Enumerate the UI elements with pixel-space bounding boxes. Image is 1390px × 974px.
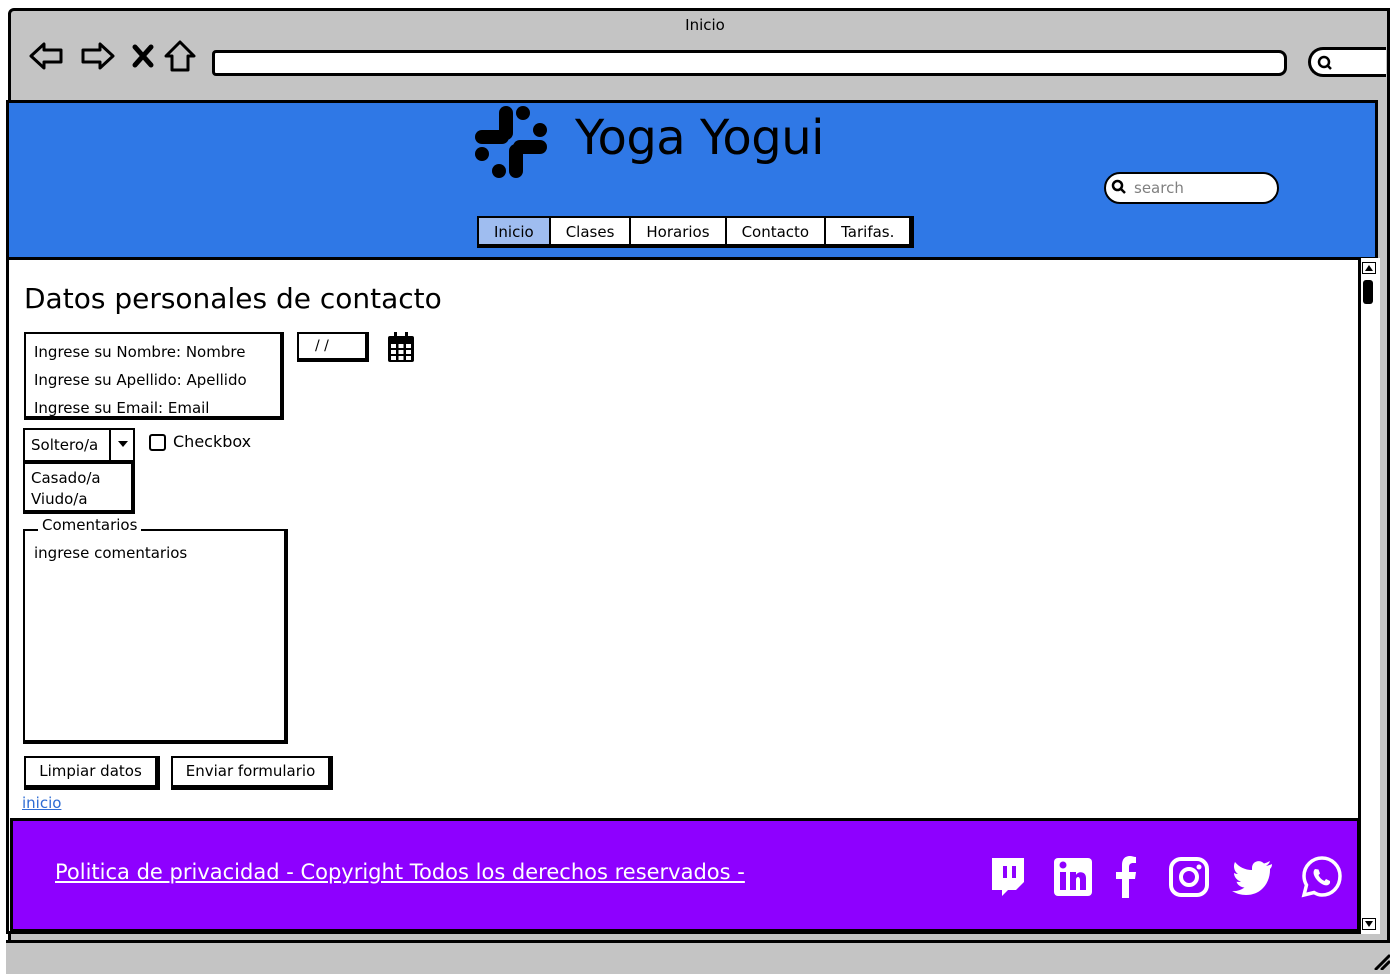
tab-horarios[interactable]: Horarios [631,218,727,244]
address-bar[interactable] [212,50,1287,76]
privacy-link[interactable]: Politica de privacidad - Copyright Todos… [55,860,745,884]
stop-icon[interactable] [126,38,162,74]
instagram-icon[interactable] [1166,852,1210,900]
personal-fields: Ingrese su Nombre: Nombre Ingrese su Ape… [24,332,284,420]
browser-search-box[interactable] [1308,47,1386,77]
home-icon[interactable] [162,38,198,74]
facebook-icon[interactable] [1104,852,1148,900]
tab-inicio[interactable]: Inicio [479,218,551,244]
caret-down-icon [118,441,128,447]
browser-status-bar [6,940,1390,974]
search-icon [1111,179,1126,194]
checkbox[interactable] [149,434,166,451]
scrollbar-thumb[interactable] [1363,280,1373,304]
window-title: Inicio [685,16,725,34]
comments-legend: Comentarios [38,516,142,534]
name-field[interactable]: Ingrese su Nombre: Nombre [34,338,280,366]
submit-button[interactable]: Enviar formulario [171,756,333,790]
option-viudo[interactable]: Viudo/a [31,489,131,510]
date-input[interactable]: / / [297,332,369,362]
main-nav: Inicio Clases Horarios Contacto Tarifas. [477,216,915,248]
back-icon[interactable] [28,38,64,74]
select-toggle[interactable] [109,428,135,462]
linkedin-icon[interactable] [1050,852,1094,900]
logo-icon [475,106,547,178]
option-casado[interactable]: Casado/a [31,468,131,489]
comments-placeholder: ingrese comentarios [34,544,188,562]
resize-grip-icon[interactable] [1372,952,1390,970]
marital-options-list: Casado/a Viudo/a [23,462,135,514]
scroll-down-icon[interactable] [1362,918,1376,930]
brand-name: Yoga Yogui [575,110,825,166]
scroll-up-icon[interactable] [1362,262,1376,274]
tab-contacto[interactable]: Contacto [726,218,827,244]
whatsapp-icon[interactable] [1300,852,1344,900]
search-input[interactable]: search [1104,172,1279,204]
email-field[interactable]: Ingrese su Email: Email [34,394,280,422]
checkbox-label: Checkbox [173,432,252,451]
tab-clases[interactable]: Clases [550,218,632,244]
twitch-icon[interactable] [986,852,1030,900]
page-title: Datos personales de contacto [24,282,442,315]
vertical-scrollbar[interactable] [1358,258,1380,934]
forward-icon[interactable] [80,38,116,74]
twitter-icon[interactable] [1230,852,1274,900]
surname-field[interactable]: Ingrese su Apellido: Apellido [34,366,280,394]
clear-button[interactable]: Limpiar datos [24,756,160,790]
search-icon [1317,55,1332,70]
home-link[interactable]: inicio [22,794,61,812]
calendar-icon[interactable] [387,331,415,363]
tab-tarifas[interactable]: Tarifas. [826,218,910,244]
